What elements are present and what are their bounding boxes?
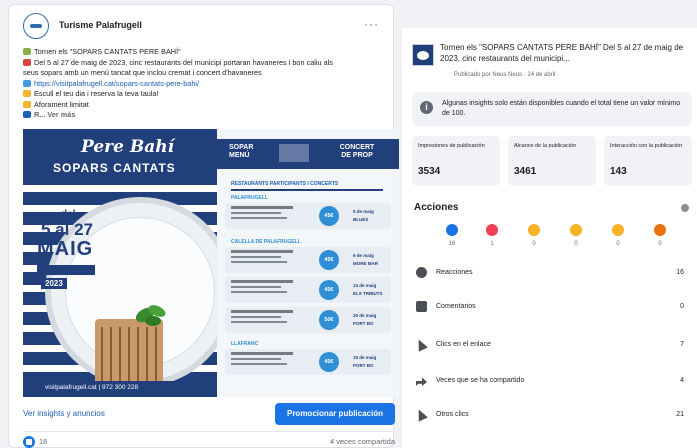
basil-leaf-icon (135, 305, 166, 326)
caption-line: R... Ver más (23, 110, 389, 121)
poster-title: Pere Bahí (81, 137, 175, 157)
insights-post-title: Tornen els "SOPARS CANTATS PERE BAHÍ" De… (440, 43, 684, 63)
poster-section-label: CALELLA DE PALAFRUGELL (231, 239, 301, 245)
poster-section-label: PALAFRUGELL (231, 195, 268, 201)
insights-link[interactable]: Ver insights y anuncios (23, 409, 105, 418)
bell-emoji-icon (23, 48, 31, 55)
post-thumbnail (412, 44, 434, 66)
comment-icon (416, 301, 427, 312)
info-notice: i Algunas insights solo están disponible… (412, 92, 692, 126)
post-actions-bar: Ver insights y anuncios Promocionar publ… (23, 403, 395, 427)
reactions-summary: 16 4 veces compartida (23, 435, 395, 448)
caption-line: Tornen els "SOPARS CANTATS PERE BAHÍ" (23, 47, 389, 58)
poster-section-label: LLAFRANC (231, 341, 259, 347)
info-icon: i (420, 101, 433, 114)
metric-row-reactions: Reacciones 16 (414, 266, 692, 284)
love-icon (486, 224, 498, 236)
reactions-icon (416, 267, 427, 278)
poster-subtitle: SOPARS CANTATS (53, 161, 176, 175)
cursor-icon (414, 337, 428, 352)
caption-line: seus sopars amb un menú tancat que inclo… (23, 68, 262, 77)
reaction-love: 1 (482, 224, 502, 247)
more-options-icon[interactable]: ··· (364, 17, 379, 31)
metric-row-other-clicks: Otros clics 21 (414, 407, 692, 426)
reaction-haha: 0 (524, 224, 544, 247)
reaction-angry: 0 (650, 224, 670, 247)
metric-row-link-clicks: Clics en el enlace 7 (414, 337, 692, 356)
like-icon (446, 224, 458, 236)
restaurant-box: 45€ 13 de maig ELS TRIBUTS (225, 277, 391, 303)
caption-line: https://visitpalafrugell.cat/sopars-cant… (23, 79, 389, 90)
caption-line: Escull el teu dia i reserva la teva taul… (23, 89, 389, 100)
sign-emoji-icon (23, 111, 31, 118)
wow-icon (570, 224, 582, 236)
reaction-wow: 0 (566, 224, 586, 247)
angry-icon (654, 224, 666, 236)
promote-button[interactable]: Promocionar publicación (275, 403, 395, 425)
reaction-count[interactable]: 16 (39, 437, 47, 446)
post-image[interactable]: Pere Bahí SOPARS CANTATS del 5 al 27 MAI… (23, 129, 399, 397)
poster-menu-banner: SOPAR MENÚ CONCERT DE PROP (217, 139, 399, 169)
metric-row-comments: Comentarios 0 (414, 300, 692, 318)
date-badge: del 5 al 27 MAIG 2023 (37, 209, 95, 289)
see-more-link[interactable]: R... Ver más (34, 110, 75, 119)
insights-post-meta: Publicado por Neus Neus · 24 de abril · (454, 72, 560, 78)
post-header: Turisme Palafrugell ··· (23, 13, 383, 41)
metric-reach: Alcance de la publicación 3461 (508, 136, 596, 186)
poster-footer: visitpalafrugell.cat | 972 300 228 (23, 381, 217, 397)
calendar-emoji-icon (23, 58, 31, 66)
page-name[interactable]: Turisme Palafrugell (59, 20, 142, 30)
caption-link[interactable]: https://visitpalafrugell.cat/sopars-cant… (34, 79, 199, 88)
info-icon[interactable] (681, 204, 689, 212)
like-icon (23, 436, 35, 448)
metric-impressions: Impresiones de publicación 3534 (412, 136, 500, 186)
thumb-emoji-icon (23, 90, 31, 97)
metric-row-shares: Veces que se ha compartido 4 (414, 374, 692, 392)
cursor-icon (414, 407, 428, 422)
insights-panel: Tornen els "SOPARS CANTATS PERE BAHÍ" De… (402, 28, 697, 448)
restaurant-box: 45€ 6 de maig MORE MAR (225, 247, 391, 273)
caption-line: Del 5 al 27 de maig de 2023, cinc restau… (23, 58, 389, 69)
share-count[interactable]: 4 veces compartida (330, 437, 395, 446)
post-card: Turisme Palafrugell ··· Tornen els "SOPA… (8, 4, 399, 448)
share-icon (416, 377, 427, 386)
page-avatar[interactable] (23, 13, 49, 39)
post-caption: Tornen els "SOPARS CANTATS PERE BAHÍ" De… (23, 47, 389, 121)
reaction-like: 16 (442, 224, 462, 247)
sad-icon (612, 224, 624, 236)
poster-section-title: RESTAURANTS PARTICIPANTS I CONCERTS (231, 181, 339, 187)
poster-right: SOPAR MENÚ CONCERT DE PROP RESTAURANTS P… (217, 129, 399, 397)
pointer-emoji-icon (23, 79, 31, 87)
metric-engagement: Interacción con la publicación 143 (604, 136, 692, 186)
restaurant-box: 50€ 20 de maig PORT BO (225, 307, 391, 333)
warning-emoji-icon (23, 100, 31, 108)
info-notice-text: Algunas insights solo están disponibles … (442, 100, 681, 117)
restaurant-box: 45€ 5 de maig BLUES (225, 203, 391, 229)
actions-heading: Acciones (414, 202, 459, 213)
restaurant-box: 45€ 19 de maig PORT BO (225, 349, 391, 375)
reaction-sad: 0 (608, 224, 628, 247)
divider (23, 431, 395, 432)
caption-line: Aforament limitat (23, 100, 389, 111)
poster-left: Pere Bahí SOPARS CANTATS del 5 al 27 MAI… (23, 129, 217, 397)
haha-icon (528, 224, 540, 236)
